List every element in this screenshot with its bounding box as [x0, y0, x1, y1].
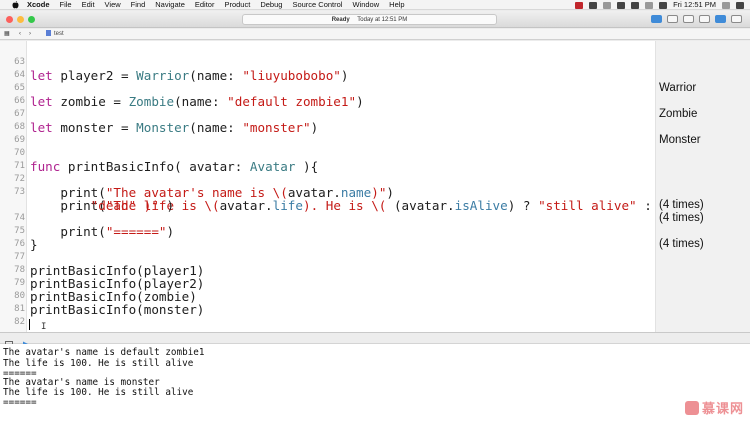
code-line: 71 — [0, 147, 750, 171]
menu-window[interactable]: Window — [352, 0, 379, 10]
jump-bar-file-name: test — [54, 31, 64, 37]
console-line: ====== — [3, 397, 37, 408]
jump-bar: ▦ ‹ › test — [0, 29, 750, 40]
code-line: 68 — [0, 108, 750, 132]
menu-find[interactable]: Find — [131, 0, 146, 10]
code-line: 64 — [0, 56, 750, 80]
debug-area-toggle-button[interactable] — [715, 15, 726, 23]
code-line: 77 printBasicInfo(player1) — [0, 238, 750, 277]
app-tray-icon[interactable] — [589, 1, 598, 9]
status-time: Today at 12:51 PM — [357, 17, 408, 23]
debug-bar — [0, 332, 750, 348]
swift-file-icon — [46, 30, 51, 36]
menu-view[interactable]: View — [105, 0, 121, 10]
wifi-icon[interactable] — [631, 1, 640, 9]
menu-editor[interactable]: Editor — [195, 0, 215, 10]
back-arrow-icon[interactable]: ‹ — [19, 29, 21, 40]
ibeam-pointer-icon: I — [41, 322, 47, 332]
assistant-editor-button[interactable] — [667, 15, 678, 23]
menu-edit[interactable]: Edit — [82, 0, 95, 10]
cloud-icon[interactable] — [603, 1, 612, 9]
code-line: 79 printBasicInfo(zombie) — [0, 264, 750, 303]
code-line: 81 — [0, 290, 750, 314]
console-output[interactable]: The avatar's name is default zombie1 The… — [0, 344, 750, 421]
menu-navigate[interactable]: Navigate — [155, 0, 185, 10]
menu-app-name[interactable]: Xcode — [27, 0, 50, 10]
menu-product[interactable]: Product — [224, 0, 250, 10]
code-line: 72 print("The avatar's name is \(avatar.… — [0, 160, 750, 211]
menu-clock[interactable]: Fri 12:51 PM — [673, 0, 716, 10]
activity-status: Ready Today at 12:51 PM — [242, 14, 497, 25]
code-line: 63 let player2 = Warrior(name: "liuyubob… — [0, 43, 750, 94]
status-state: Ready — [331, 17, 350, 23]
watermark: 慕课网 — [684, 398, 744, 417]
apple-menu-icon[interactable] — [12, 0, 19, 9]
menu-file[interactable]: File — [60, 0, 72, 10]
forward-arrow-icon[interactable]: › — [29, 29, 31, 40]
menu-debug[interactable]: Debug — [260, 0, 282, 10]
menu-bar: Xcode File Edit View Find Navigate Edito… — [0, 0, 750, 10]
utilities-toggle-button[interactable] — [731, 15, 742, 23]
code-line: 69 — [0, 121, 750, 145]
version-editor-button[interactable] — [683, 15, 694, 23]
code-line: 67 let monster = Monster(name: "monster"… — [0, 95, 750, 146]
run-playground-icon[interactable] — [22, 335, 30, 348]
code-line: 78 printBasicInfo(player2) — [0, 251, 750, 290]
jump-bar-file[interactable]: test — [46, 29, 64, 40]
minimize-window-button[interactable] — [17, 16, 24, 23]
watermark-text: 慕课网 — [701, 401, 744, 416]
record-icon[interactable] — [575, 1, 584, 9]
console-line: The avatar's name is default zombie1 — [3, 347, 205, 358]
code-line: 83 — [0, 318, 750, 331]
standard-editor-button[interactable] — [651, 15, 662, 23]
code-line: 76 — [0, 225, 750, 249]
code-line: 75 } — [0, 212, 750, 251]
close-window-button[interactable] — [6, 16, 13, 23]
hide-debug-area-icon[interactable] — [5, 335, 13, 348]
battery-icon[interactable] — [659, 1, 668, 9]
code-line: 73 print("The life is \(avatar.life). He… — [0, 173, 750, 224]
bluetooth-icon[interactable] — [617, 1, 626, 9]
toolbar-right-controls — [651, 15, 742, 23]
notification-icon[interactable] — [736, 1, 744, 9]
watermark-logo-icon — [684, 400, 699, 415]
code-line: 70 func printBasicInfo( avatar: Avatar )… — [0, 134, 750, 173]
navigator-toggle-button[interactable] — [699, 15, 710, 23]
code-line: 80 printBasicInfo(monster) — [0, 277, 750, 316]
text-cursor — [29, 319, 30, 330]
search-icon[interactable] — [722, 1, 730, 9]
code-line: 66 — [0, 82, 750, 106]
menu-source-control[interactable]: Source Control — [292, 0, 342, 10]
source-editor[interactable]: 63 let player2 = Warrior(name: "liuyubob… — [0, 41, 750, 332]
code-line: 74 print("======") (4 times) — [0, 199, 750, 250]
code-line: 65 let zombie = Zombie(name: "default zo… — [0, 69, 750, 120]
volume-icon[interactable] — [645, 1, 654, 9]
zoom-window-button[interactable] — [28, 16, 35, 23]
code-line-wrapped: "dead" )" ) — [0, 186, 750, 212]
code-line: 82 — [0, 303, 750, 327]
related-items-icon[interactable]: ▦ — [4, 29, 10, 40]
window-controls — [6, 16, 35, 23]
window-toolbar: Ready Today at 12:51 PM — [0, 11, 750, 28]
menu-help[interactable]: Help — [389, 0, 404, 10]
status-tray: Fri 12:51 PM — [575, 0, 744, 10]
